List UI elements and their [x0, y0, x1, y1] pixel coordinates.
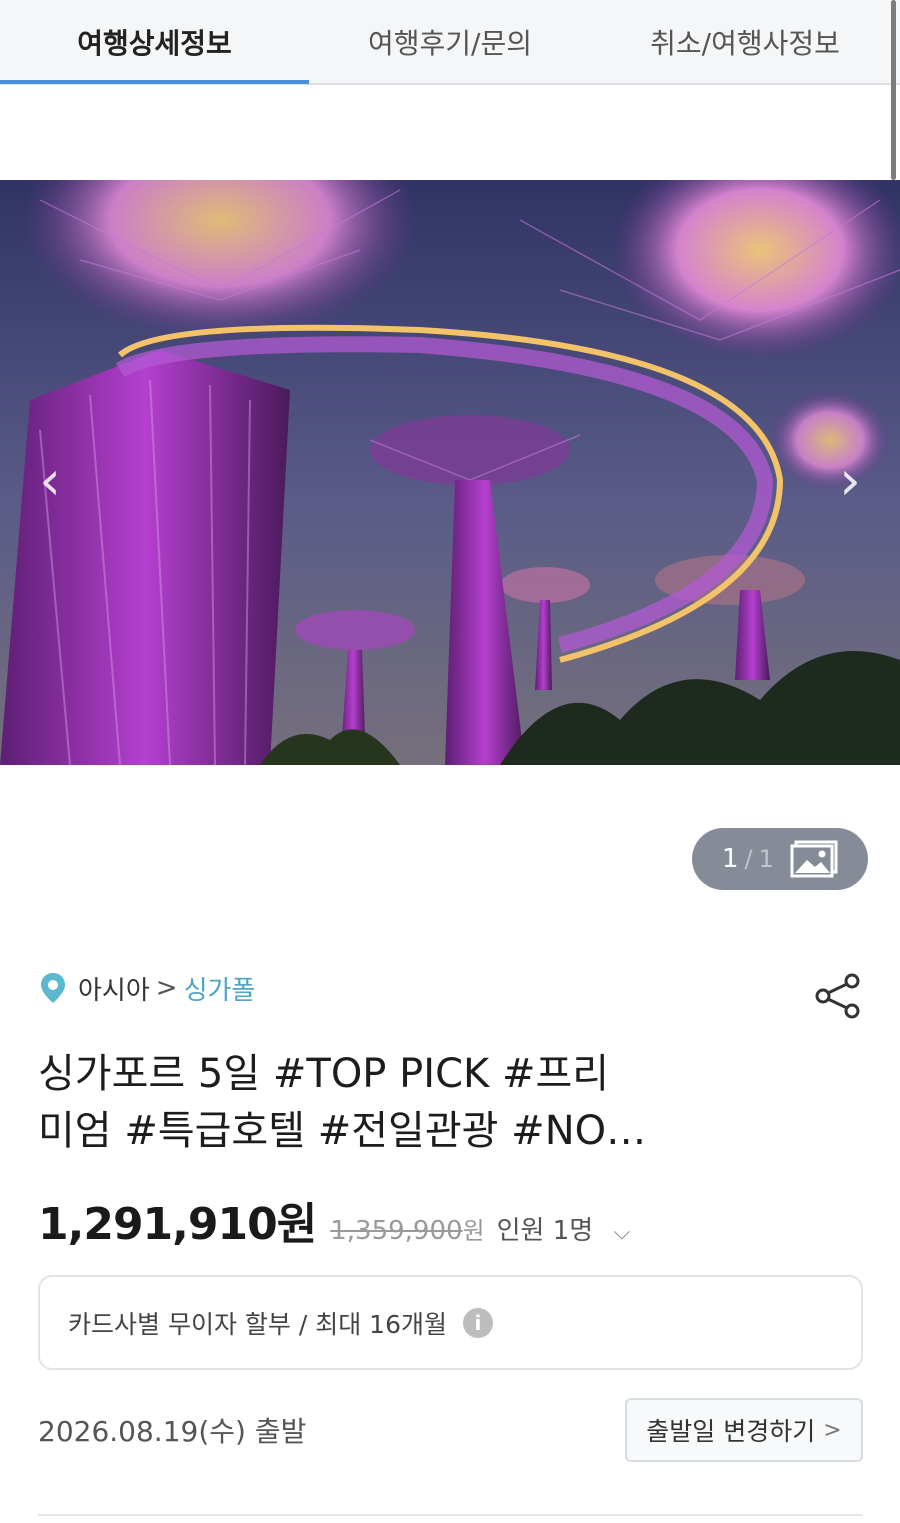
- supertree-grove-illustration: [0, 180, 900, 765]
- breadcrumb-region[interactable]: 아시아: [78, 970, 150, 1007]
- section-divider: [38, 1514, 863, 1516]
- breadcrumb-separator: >: [155, 973, 178, 1003]
- product-title-line1: 싱가포르 5일 #TOP PICK #프리: [38, 1051, 610, 1097]
- scrollbar[interactable]: [891, 0, 896, 180]
- product-title-line2: 미엄 #특급호텔 #전일관광 #NO…: [38, 1108, 647, 1154]
- change-departure-button[interactable]: 출발일 변경하기 >: [625, 1398, 863, 1462]
- tab-reviews-inquiry[interactable]: 여행후기/문의: [300, 0, 600, 83]
- product-title: 싱가포르 5일 #TOP PICK #프리 미엄 #특급호텔 #전일관광 #NO…: [38, 1046, 688, 1160]
- breadcrumb: 아시아 > 싱가폴: [40, 968, 255, 1008]
- departure-date: 2026.08.19(수) 출발: [38, 1415, 307, 1448]
- gallery-icon: [790, 840, 838, 878]
- tab-cancel-agency-info[interactable]: 취소/여행사정보: [600, 0, 890, 83]
- current-price: 1,291,910원: [38, 1199, 317, 1250]
- image-counter-button[interactable]: 1 / 1: [692, 828, 868, 890]
- chevron-right-small-icon: >: [823, 1417, 842, 1443]
- location-pin-icon: [41, 973, 65, 1003]
- original-price-unit: 원: [462, 1217, 485, 1245]
- share-icon[interactable]: [812, 970, 864, 1022]
- original-price: 1,359,900: [330, 1216, 463, 1246]
- people-count: 인원 1명: [496, 1216, 594, 1246]
- tab-travel-details[interactable]: 여행상세정보: [0, 0, 309, 83]
- product-page: 여행상세정보 여행후기/문의 취소/여행사정보 ‹ › 1 / 1 아시아 > …: [0, 0, 900, 1523]
- people-selector[interactable]: 인원 1명 ⌵: [497, 1210, 631, 1247]
- breadcrumb-country[interactable]: 싱가폴: [184, 970, 256, 1007]
- active-tab-indicator: [0, 80, 309, 84]
- info-icon[interactable]: i: [462, 1307, 493, 1338]
- hero-image[interactable]: ‹ ›: [0, 180, 900, 765]
- installment-text: 카드사별 무이자 할부 / 최대 16개월: [68, 1309, 447, 1339]
- chevron-left-icon[interactable]: ‹: [30, 449, 70, 512]
- chevron-down-icon: ⌵: [613, 1220, 631, 1245]
- price-row: 1,291,910원 1,359,900 원 인원 1명 ⌵: [38, 1188, 631, 1250]
- tab-bar: 여행상세정보 여행후기/문의 취소/여행사정보: [0, 0, 900, 85]
- image-counter-separator: /: [744, 845, 753, 873]
- installment-info-box: 카드사별 무이자 할부 / 최대 16개월 i: [38, 1275, 863, 1370]
- image-counter-current: 1: [722, 844, 739, 874]
- image-counter-total: 1: [758, 845, 774, 873]
- change-departure-label: 출발일 변경하기: [646, 1417, 816, 1446]
- chevron-right-icon[interactable]: ›: [830, 449, 870, 512]
